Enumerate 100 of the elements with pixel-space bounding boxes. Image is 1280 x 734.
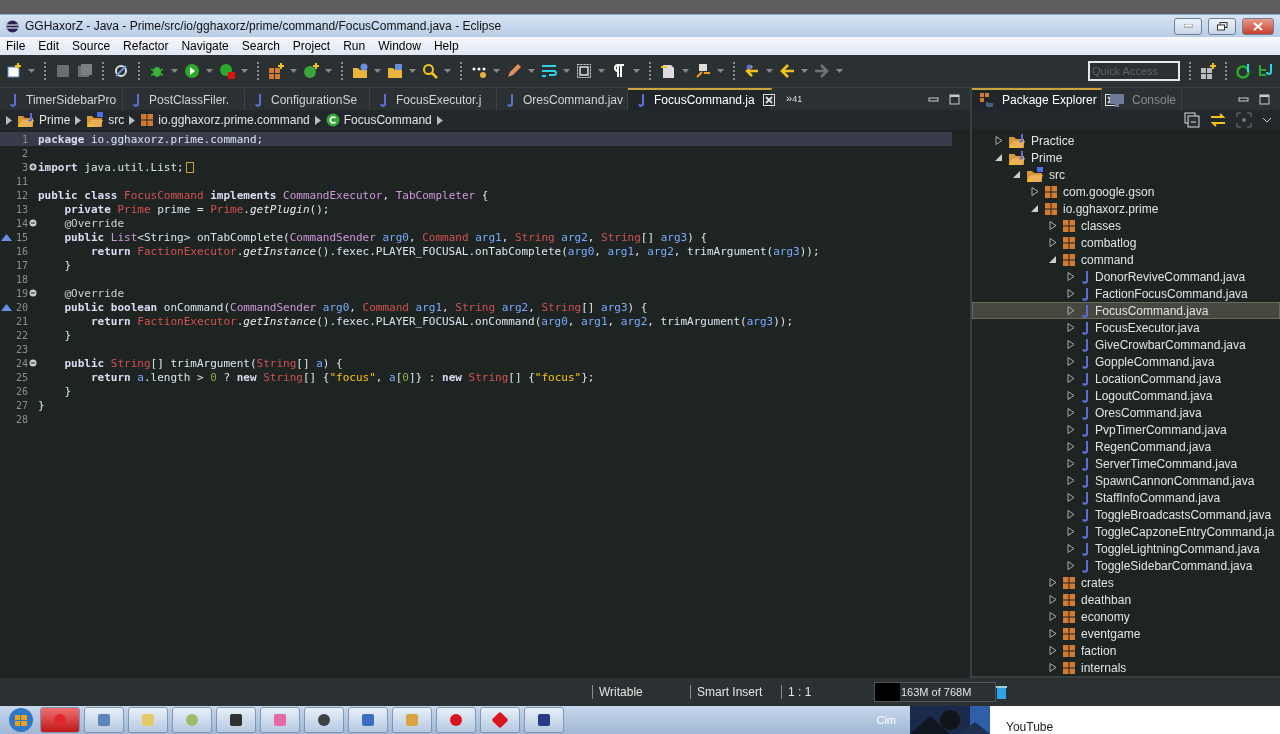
taskbar-button[interactable] bbox=[216, 707, 256, 733]
collapsed-triangle-icon[interactable] bbox=[1067, 357, 1075, 366]
tree-item[interactable]: RegenCommand.java bbox=[972, 438, 1280, 455]
save-icon[interactable] bbox=[55, 63, 71, 79]
forward-icon[interactable] bbox=[814, 63, 830, 79]
new-package-icon[interactable] bbox=[268, 63, 284, 79]
breadcrumb-item[interactable]: Prime bbox=[17, 112, 71, 128]
tree-item[interactable]: classes bbox=[972, 217, 1280, 234]
tab-overflow[interactable]: »41 bbox=[786, 92, 803, 110]
tree-item[interactable]: ToggleLightningCommand.java bbox=[972, 540, 1280, 557]
collapsed-triangle-icon[interactable] bbox=[1031, 187, 1039, 196]
block-select-icon[interactable] bbox=[576, 63, 592, 79]
tree-item[interactable]: com.google.gson bbox=[972, 183, 1280, 200]
expanded-triangle-icon[interactable] bbox=[1031, 204, 1039, 213]
breadcrumb-item[interactable]: src bbox=[86, 112, 125, 128]
previous-icon[interactable] bbox=[744, 63, 760, 79]
tree-item[interactable]: SpawnCannonCommand.java bbox=[972, 472, 1280, 489]
caret-icon[interactable] bbox=[633, 68, 640, 74]
collapsed-triangle-icon[interactable] bbox=[1067, 323, 1075, 332]
tree-item[interactable]: OresCommand.java bbox=[972, 404, 1280, 421]
caret-icon[interactable] bbox=[290, 68, 297, 74]
caret-icon[interactable] bbox=[171, 68, 178, 74]
tree-item[interactable]: ToggleBroadcastsCommand.java bbox=[972, 506, 1280, 523]
breadcrumb-item[interactable]: FocusCommand bbox=[325, 113, 432, 127]
open-task-icon[interactable] bbox=[387, 63, 403, 79]
open-type-icon[interactable] bbox=[352, 63, 368, 79]
tree-item[interactable]: ServerTimeCommand.java bbox=[972, 455, 1280, 472]
collapsed-triangle-icon[interactable] bbox=[1049, 663, 1057, 672]
caret-icon[interactable] bbox=[206, 68, 213, 74]
new-file-icon[interactable] bbox=[6, 63, 22, 79]
caret-icon[interactable] bbox=[598, 68, 605, 74]
caret-icon[interactable] bbox=[528, 68, 535, 74]
tree-item[interactable]: StaffInfoCommand.java bbox=[972, 489, 1280, 506]
collapse-all-icon[interactable] bbox=[1184, 112, 1200, 128]
tree-item[interactable]: FocusCommand.java bbox=[972, 302, 1280, 319]
collapsed-triangle-icon[interactable] bbox=[1067, 289, 1075, 298]
maximize-icon[interactable] bbox=[949, 93, 960, 105]
collapsed-triangle-icon[interactable] bbox=[1067, 272, 1075, 281]
collapsed-triangle-icon[interactable] bbox=[1067, 544, 1075, 553]
tree-item[interactable]: combatlog bbox=[972, 234, 1280, 251]
skip-icon[interactable] bbox=[113, 63, 129, 79]
expanded-triangle-icon[interactable] bbox=[1049, 255, 1057, 264]
open-perspective-icon[interactable] bbox=[1200, 63, 1216, 79]
back-icon[interactable] bbox=[779, 63, 795, 79]
menu-item[interactable]: Help bbox=[433, 39, 459, 53]
collapsed-triangle-icon[interactable] bbox=[1067, 561, 1075, 570]
collapsed-triangle-icon[interactable] bbox=[1049, 221, 1057, 230]
editor-tab[interactable]: FocusCommand.ja bbox=[628, 88, 772, 110]
menu-item[interactable]: Edit bbox=[38, 39, 60, 53]
collapsed-triangle-icon[interactable] bbox=[1049, 238, 1057, 247]
caret-icon[interactable] bbox=[241, 68, 248, 74]
caret-icon[interactable] bbox=[563, 68, 570, 74]
pencil-icon[interactable] bbox=[506, 63, 522, 79]
tree-item[interactable]: eventgame bbox=[972, 625, 1280, 642]
tree-item[interactable]: FactionFocusCommand.java bbox=[972, 285, 1280, 302]
caret-icon[interactable] bbox=[444, 68, 451, 74]
tree-item[interactable]: LocationCommand.java bbox=[972, 370, 1280, 387]
pilcrow-icon[interactable] bbox=[611, 63, 627, 79]
search-icon[interactable] bbox=[422, 63, 438, 79]
expand-icon[interactable] bbox=[29, 163, 37, 171]
caret-icon[interactable] bbox=[836, 68, 843, 74]
collapsed-triangle-icon[interactable] bbox=[1049, 629, 1057, 638]
hierarchy-icon[interactable] bbox=[1258, 63, 1274, 79]
collapsed-triangle-icon[interactable] bbox=[1049, 646, 1057, 655]
maximize-icon[interactable] bbox=[1259, 93, 1270, 105]
menu-item[interactable]: File bbox=[6, 39, 26, 53]
tree-item[interactable]: GiveCrowbarCommand.java bbox=[972, 336, 1280, 353]
window-preview[interactable]: YouTube bbox=[910, 706, 1280, 734]
collapsed-triangle-icon[interactable] bbox=[1067, 459, 1075, 468]
trash-icon[interactable] bbox=[996, 685, 1007, 699]
tree-item[interactable]: ToggleCapzoneEntryCommand.ja bbox=[972, 523, 1280, 540]
tree-item[interactable]: economy bbox=[972, 608, 1280, 625]
run-icon[interactable] bbox=[184, 63, 200, 79]
caret-icon[interactable] bbox=[409, 68, 416, 74]
tree-item[interactable]: src bbox=[972, 166, 1280, 183]
caret-icon[interactable] bbox=[493, 68, 500, 74]
tree-item[interactable]: io.gghaxorz.prime bbox=[972, 200, 1280, 217]
taskbar-button[interactable] bbox=[524, 707, 564, 733]
folded-code-icon[interactable] bbox=[185, 161, 194, 173]
caret-icon[interactable] bbox=[717, 68, 724, 74]
collapsed-triangle-icon[interactable] bbox=[1067, 408, 1075, 417]
caret-icon[interactable] bbox=[325, 68, 332, 74]
tree-item[interactable]: faction bbox=[972, 642, 1280, 659]
collapsed-triangle-icon[interactable] bbox=[1067, 391, 1075, 400]
tree-item[interactable]: DonorReviveCommand.java bbox=[972, 268, 1280, 285]
menu-item[interactable]: Search bbox=[241, 39, 280, 53]
collapsed-triangle-icon[interactable] bbox=[1049, 595, 1057, 604]
restore-button[interactable] bbox=[1208, 17, 1236, 35]
menu-item[interactable]: Refactor bbox=[123, 39, 169, 53]
collapsed-triangle-icon[interactable] bbox=[1049, 578, 1057, 587]
heap-meter[interactable]: 163M of 768M bbox=[874, 682, 996, 702]
tree-item[interactable]: FocusExecutor.java bbox=[972, 319, 1280, 336]
tree-item[interactable]: GoppleCommand.java bbox=[972, 353, 1280, 370]
menu-item[interactable]: Run bbox=[343, 39, 366, 53]
collapsed-triangle-icon[interactable] bbox=[1067, 527, 1075, 536]
menu-item[interactable]: Source bbox=[72, 39, 111, 53]
tree-item[interactable]: internals bbox=[972, 659, 1280, 676]
caret-icon[interactable] bbox=[374, 68, 381, 74]
collapsed-triangle-icon[interactable] bbox=[995, 136, 1003, 145]
tree-item[interactable]: Practice bbox=[972, 132, 1280, 149]
